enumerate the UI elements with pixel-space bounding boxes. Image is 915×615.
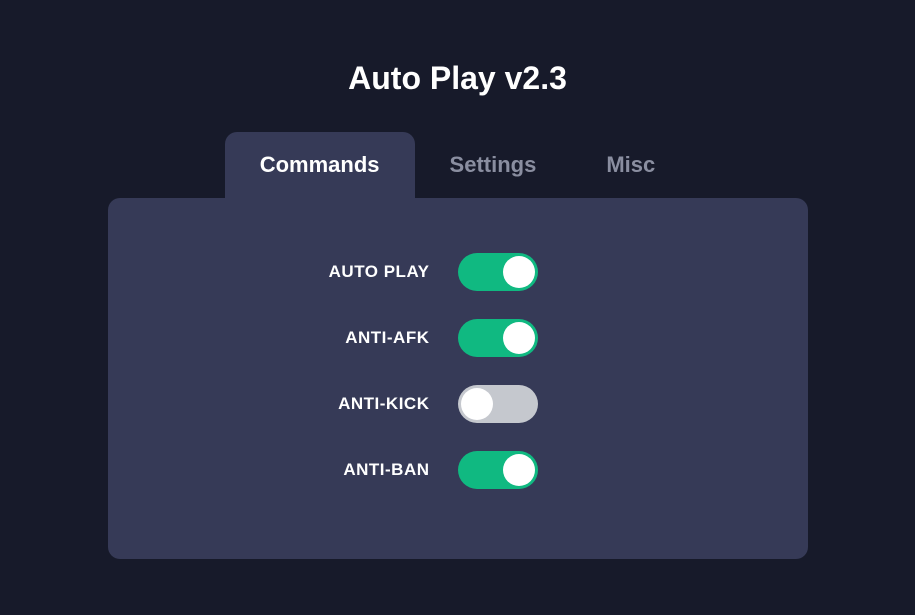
app-title: Auto Play v2.3 [348, 60, 567, 97]
tabs: Commands Settings Misc [225, 132, 691, 198]
toggle-row-anti-kick: ANTI-KICK [108, 385, 808, 423]
commands-panel: AUTO PLAY ANTI-AFK ANTI-KICK ANTI-BAN [108, 198, 808, 559]
toggle-knob [503, 454, 535, 486]
toggle-knob [503, 256, 535, 288]
toggle-knob [503, 322, 535, 354]
tab-commands[interactable]: Commands [225, 132, 415, 198]
toggle-label-anti-afk: ANTI-AFK [230, 328, 430, 348]
tab-settings[interactable]: Settings [415, 132, 572, 198]
toggle-knob [461, 388, 493, 420]
toggle-anti-afk[interactable] [458, 319, 538, 357]
toggle-label-anti-ban: ANTI-BAN [230, 460, 430, 480]
toggle-anti-ban[interactable] [458, 451, 538, 489]
toggle-anti-kick[interactable] [458, 385, 538, 423]
toggle-auto-play[interactable] [458, 253, 538, 291]
toggle-label-auto-play: AUTO PLAY [230, 262, 430, 282]
tabs-container: Commands Settings Misc AUTO PLAY ANTI-AF… [108, 132, 808, 559]
toggle-row-anti-afk: ANTI-AFK [108, 319, 808, 357]
toggle-row-auto-play: AUTO PLAY [108, 253, 808, 291]
toggle-label-anti-kick: ANTI-KICK [230, 394, 430, 414]
toggle-row-anti-ban: ANTI-BAN [108, 451, 808, 489]
tab-misc[interactable]: Misc [571, 132, 690, 198]
